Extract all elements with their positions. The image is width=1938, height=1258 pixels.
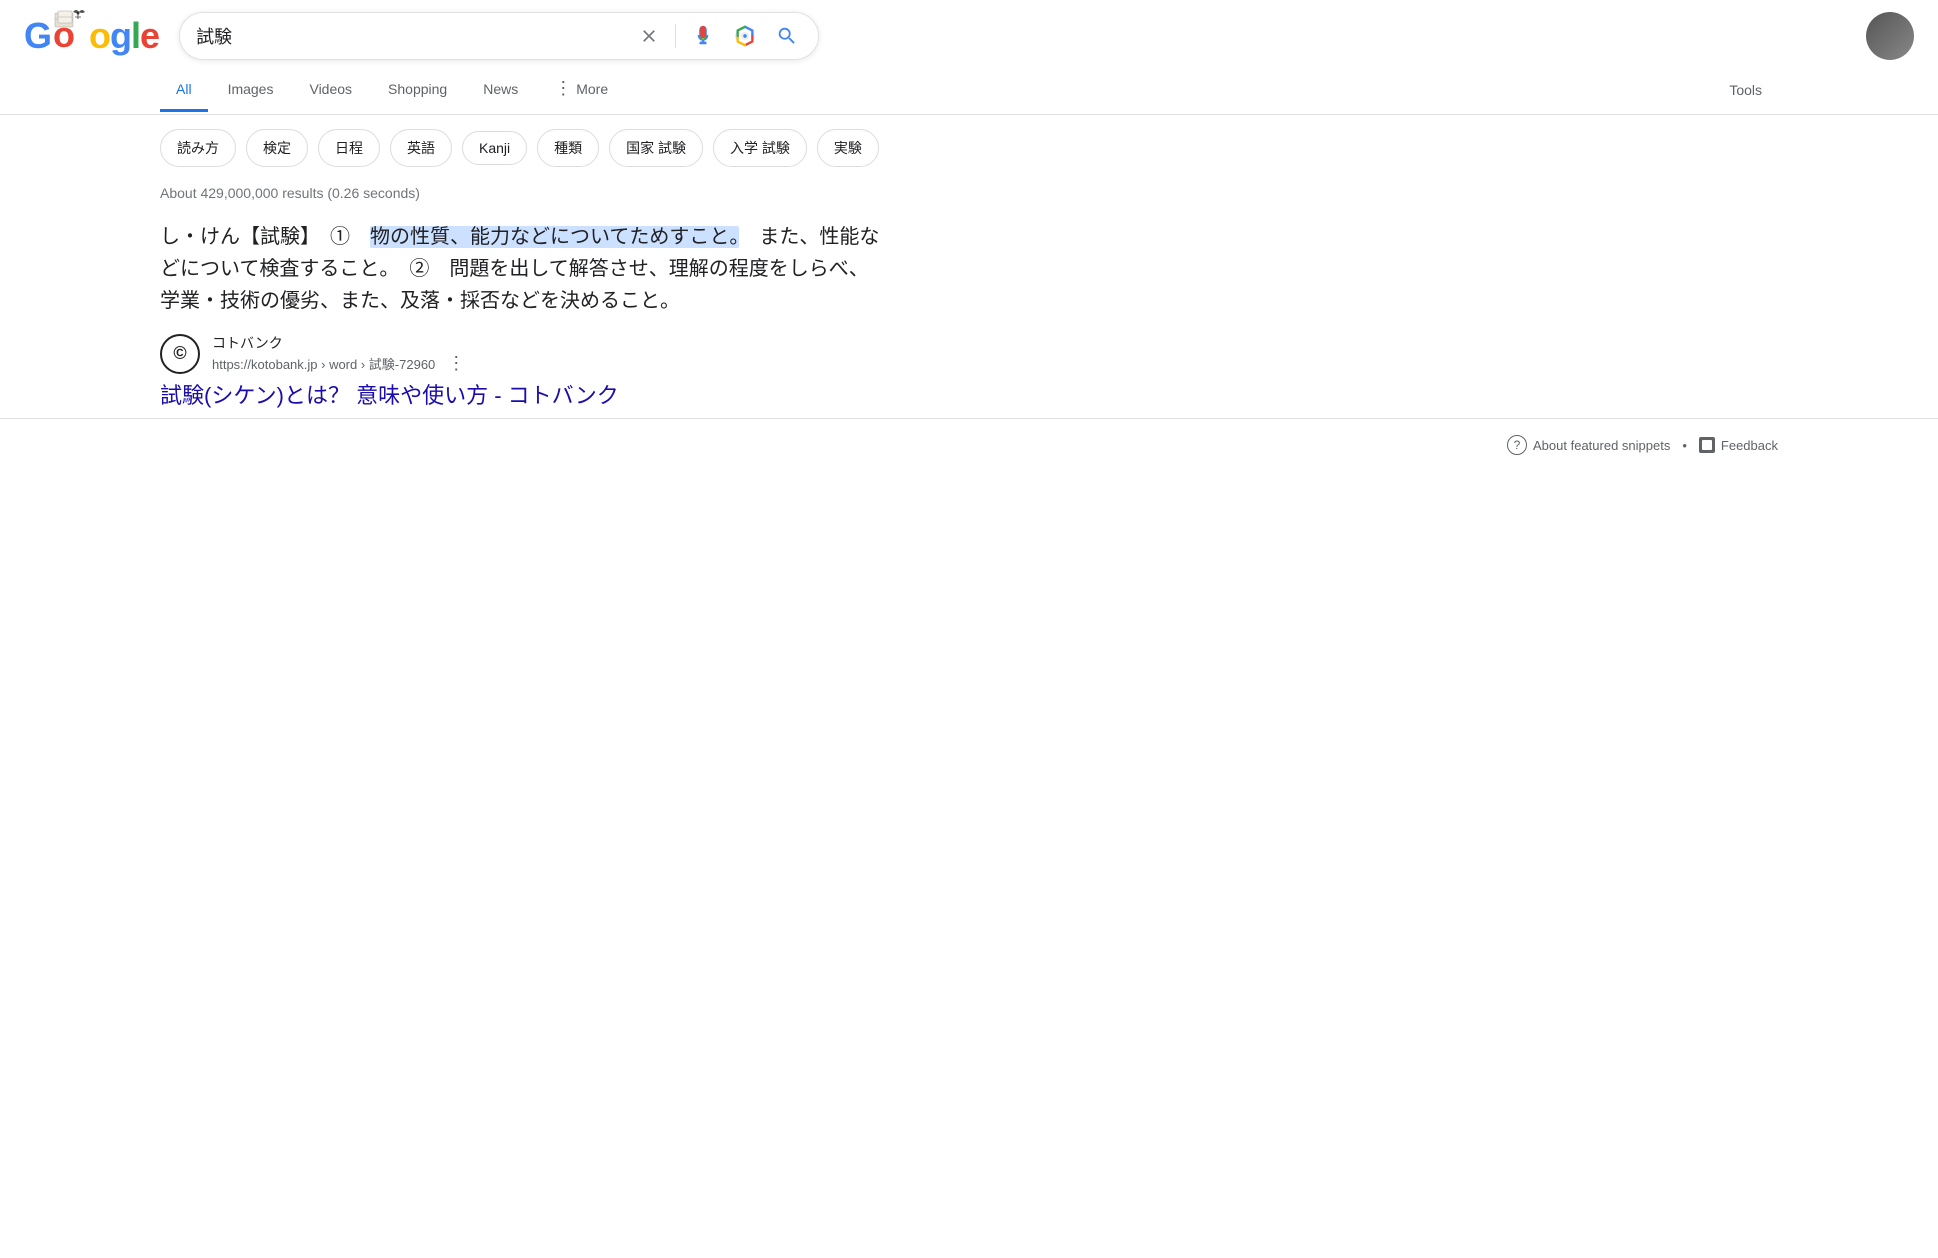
chips-row: 読み方 検定 日程 英語 Kanji 種類 国家 試験 入学 試験 実験 xyxy=(0,115,1938,181)
snippet-text-highlight: 物の性質、能力などについてためすこと。 xyxy=(370,226,739,248)
result-title: 試験(シケン)とは？ 意味や使い方 - コトバンク xyxy=(160,378,1778,410)
snippet-text: し・けん【試験】 ① 物の性質、能力などについてためすこと。 また、性能などにつ… xyxy=(160,221,880,317)
feedback-icon-square xyxy=(1699,437,1715,453)
chip-shurui[interactable]: 種類 xyxy=(537,129,599,167)
logo-letter-e: e xyxy=(140,15,159,57)
logo-letter-g: G xyxy=(24,15,51,57)
snippet-text-before: し・けん【試験】 ① xyxy=(160,226,370,248)
about-snippets-icon[interactable]: ? xyxy=(1507,435,1527,455)
tab-images[interactable]: Images xyxy=(212,69,290,112)
search-input[interactable]: 試験 xyxy=(196,26,623,47)
feedback-label[interactable]: Feedback xyxy=(1721,438,1778,453)
tab-shopping[interactable]: Shopping xyxy=(372,69,463,112)
source-icon: © xyxy=(160,334,200,374)
logo-letter-o2: o xyxy=(89,15,110,57)
voice-search-button[interactable] xyxy=(688,21,718,51)
chip-jikken[interactable]: 実験 xyxy=(817,129,879,167)
feedback-row: ? About featured snippets • Feedback xyxy=(0,418,1938,471)
source-name: コトバンク xyxy=(212,333,469,353)
logo-text: G o o g xyxy=(24,15,159,57)
source-more-options-button[interactable]: ⋮ xyxy=(443,353,469,374)
chip-eigo[interactable]: 英語 xyxy=(390,129,452,167)
about-snippets-label[interactable]: About featured snippets xyxy=(1533,438,1670,453)
search-submit-button[interactable] xyxy=(772,21,802,51)
source-url-row: https://kotobank.jp › word › 試験-72960 ⋮ xyxy=(212,353,469,374)
search-divider xyxy=(675,24,676,48)
tab-tools[interactable]: Tools xyxy=(1713,70,1778,110)
clear-button[interactable] xyxy=(635,22,663,50)
results-count: About 429,000,000 results (0.26 seconds) xyxy=(0,181,1938,213)
featured-snippet: し・けん【試験】 ① 物の性質、能力などについてためすこと。 また、性能などにつ… xyxy=(160,221,880,317)
search-bar: 試験 xyxy=(179,12,819,60)
header: G o o g xyxy=(0,0,1938,60)
feedback-about-item: ? About featured snippets xyxy=(1507,435,1670,455)
chip-kanji[interactable]: Kanji xyxy=(462,131,527,165)
feedback-separator: • xyxy=(1682,438,1687,453)
chip-nittei[interactable]: 日程 xyxy=(318,129,380,167)
chip-kokka[interactable]: 国家 試験 xyxy=(609,129,703,167)
tab-videos[interactable]: Videos xyxy=(293,69,368,112)
more-dots-icon: ⋮ xyxy=(554,78,572,99)
chip-kentei[interactable]: 検定 xyxy=(246,129,308,167)
google-logo[interactable]: G o o g xyxy=(24,15,159,57)
user-avatar[interactable] xyxy=(1866,12,1914,60)
logo-letter-l: l xyxy=(131,15,140,57)
result-title-link[interactable]: 試験(シケン)とは？ 意味や使い方 - コトバンク xyxy=(160,383,619,408)
nav-tabs: All Images Videos Shopping News ⋮ More T… xyxy=(0,66,1938,115)
chip-nyugaku[interactable]: 入学 試験 xyxy=(713,129,807,167)
tab-more[interactable]: ⋮ More xyxy=(538,66,624,114)
lens-button[interactable] xyxy=(730,21,760,51)
logo-letter-g2: g xyxy=(110,15,131,57)
source-url: https://kotobank.jp › word › 試験-72960 xyxy=(212,354,435,373)
source-info: コトバンク https://kotobank.jp › word › 試験-72… xyxy=(212,333,469,374)
chip-yomikata[interactable]: 読み方 xyxy=(160,129,236,167)
logo-doodle-icon: o xyxy=(51,15,89,57)
tab-news[interactable]: News xyxy=(467,69,534,112)
feedback-item: Feedback xyxy=(1699,437,1778,453)
source-row: © コトバンク https://kotobank.jp › word › 試験-… xyxy=(160,333,1778,374)
tab-all[interactable]: All xyxy=(160,69,208,112)
